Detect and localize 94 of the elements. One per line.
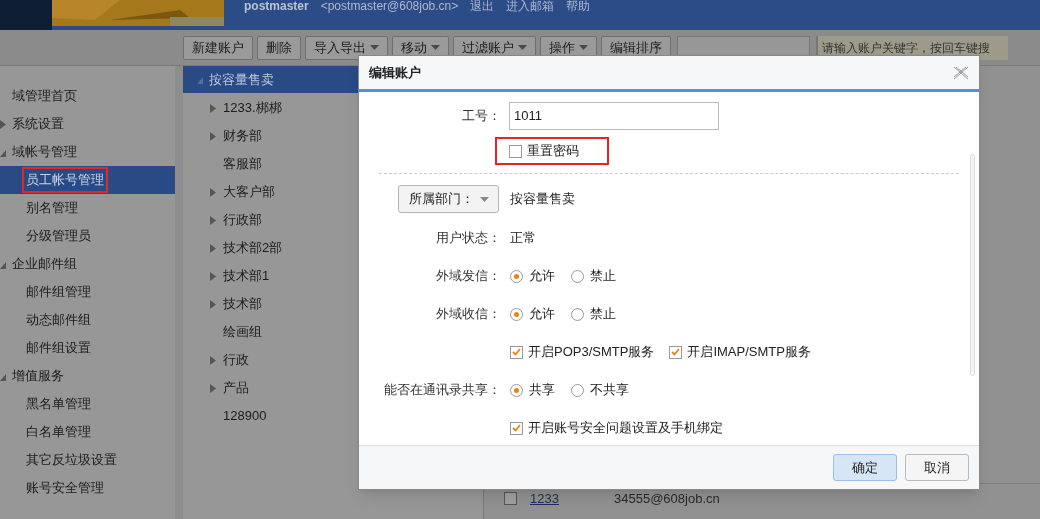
radio-button[interactable] bbox=[571, 383, 584, 397]
sidebar-item[interactable]: 增值服务 bbox=[8, 363, 68, 389]
sidebar-item[interactable]: 白名单管理 bbox=[22, 419, 95, 445]
sidebar-item[interactable]: 邮件组管理 bbox=[22, 279, 95, 305]
dropdown-button[interactable]: 所属部门： bbox=[398, 185, 499, 213]
radio-option[interactable]: 禁止 bbox=[571, 304, 616, 324]
checkbox[interactable] bbox=[669, 345, 683, 359]
radio-option[interactable]: 不共享 bbox=[571, 380, 629, 400]
expand-icon[interactable] bbox=[210, 215, 216, 225]
sidebar-item[interactable]: 别名管理 bbox=[22, 195, 82, 221]
expand-icon[interactable] bbox=[210, 355, 216, 365]
expand-icon[interactable] bbox=[0, 119, 6, 129]
check-icon bbox=[512, 348, 521, 356]
expand-icon[interactable] bbox=[210, 243, 216, 253]
radio-option[interactable]: 允许 bbox=[510, 304, 555, 324]
close-icon[interactable] bbox=[953, 65, 969, 80]
sidebar-item[interactable]: 黑名单管理 bbox=[22, 391, 95, 417]
field-label: 能否在通讯录共享： bbox=[384, 382, 501, 398]
caret-icon bbox=[370, 45, 379, 50]
tree-item[interactable]: 128900 bbox=[223, 406, 267, 426]
caret-icon bbox=[518, 45, 527, 50]
radio-option[interactable]: 禁止 bbox=[571, 266, 616, 286]
tree-item[interactable]: 财务部 bbox=[223, 126, 262, 146]
ok-button[interactable]: 确定 bbox=[833, 454, 897, 481]
expand-icon[interactable] bbox=[210, 383, 216, 393]
field-label: 外域收信： bbox=[436, 306, 501, 322]
tree-item[interactable]: 行政部 bbox=[223, 210, 262, 230]
checkbox-option[interactable]: 重置密码 bbox=[495, 137, 609, 165]
collapse-icon[interactable] bbox=[197, 75, 203, 84]
tree-item[interactable]: 技术部 bbox=[223, 294, 262, 314]
field-label: 外域发信： bbox=[436, 268, 501, 284]
search-hint: 请输入账户关键字，按回车键搜 bbox=[822, 39, 990, 57]
radio-button[interactable] bbox=[571, 269, 584, 283]
tree-item[interactable]: 1233.梆梆 bbox=[223, 98, 282, 118]
checkbox-option[interactable]: 开启POP3/SMTP服务 bbox=[508, 340, 657, 364]
header-link[interactable]: 帮助 bbox=[566, 0, 591, 12]
radio-button[interactable] bbox=[510, 383, 523, 397]
field-value: 正常 bbox=[510, 229, 536, 248]
dropdown-button[interactable]: 导入导出 bbox=[305, 35, 388, 60]
radio-button[interactable] bbox=[510, 269, 523, 283]
sidebar-item[interactable]: 域帐号管理 bbox=[8, 139, 81, 165]
field-label: 用户状态： bbox=[436, 230, 501, 246]
checkbox[interactable] bbox=[509, 144, 522, 158]
checkbox-option[interactable]: 开启账号安全问题设置及手机绑定 bbox=[508, 416, 725, 440]
sidebar-item[interactable]: 系统设置 bbox=[8, 111, 68, 137]
expand-icon[interactable] bbox=[210, 131, 216, 141]
radio-button[interactable] bbox=[571, 307, 584, 321]
input-field[interactable]: 1011 bbox=[509, 101, 719, 130]
email-text: 34555@608job.cn bbox=[614, 489, 720, 508]
sidebar-item[interactable]: 域管理首页 bbox=[8, 83, 81, 109]
expand-icon[interactable] bbox=[210, 271, 216, 281]
tree-item[interactable]: 技术部1 bbox=[223, 266, 270, 286]
tree-item[interactable]: 绘画组 bbox=[223, 322, 262, 342]
toolbar-button[interactable]: 新建账户 bbox=[183, 35, 253, 60]
field-label: 工号： bbox=[462, 107, 501, 123]
check-icon bbox=[671, 348, 681, 356]
tree-item[interactable]: 大客户部 bbox=[223, 182, 275, 202]
checkbox[interactable] bbox=[510, 421, 523, 435]
sidebar-item[interactable]: 其它反垃圾设置 bbox=[22, 447, 121, 473]
expand-icon[interactable] bbox=[210, 187, 216, 197]
dialog-title: 编辑账户 bbox=[369, 63, 421, 82]
radio-option[interactable]: 共享 bbox=[510, 380, 555, 400]
sidebar-item[interactable]: 动态邮件组 bbox=[22, 307, 95, 333]
radio-option[interactable]: 允许 bbox=[510, 266, 555, 286]
checkbox-option[interactable]: 开启IMAP/SMTP服务 bbox=[667, 340, 813, 364]
sidebar-item-selected[interactable]: 员工帐号管理 bbox=[0, 166, 175, 194]
field-value: 按容量售卖 bbox=[510, 190, 575, 209]
tree-item[interactable]: 行政 bbox=[223, 350, 249, 370]
expand-icon[interactable] bbox=[210, 299, 216, 309]
user-name: postmaster bbox=[244, 0, 309, 12]
toolbar-button[interactable]: 删除 bbox=[257, 35, 301, 60]
radio-button[interactable] bbox=[510, 307, 523, 321]
checkbox[interactable] bbox=[510, 345, 523, 359]
sidebar-item[interactable]: 企业邮件组 bbox=[8, 251, 81, 277]
sidebar-item[interactable]: 分级管理员 bbox=[22, 223, 95, 249]
header-link[interactable]: 进入邮箱 bbox=[506, 0, 555, 12]
tree-item[interactable]: 产品 bbox=[223, 378, 249, 398]
sidebar-item-label: 员工帐号管理 bbox=[22, 167, 108, 193]
account-link[interactable]: 1233 bbox=[530, 488, 614, 509]
scrollbar[interactable] bbox=[175, 66, 183, 519]
caret-icon bbox=[579, 45, 588, 50]
user-email: <postmaster@608job.cn> bbox=[320, 0, 459, 12]
check-icon bbox=[512, 424, 521, 432]
caret-icon bbox=[431, 45, 440, 50]
cancel-button[interactable]: 取消 bbox=[905, 454, 969, 481]
sidebar-item[interactable]: 邮件组设置 bbox=[22, 335, 95, 361]
expand-icon[interactable] bbox=[210, 103, 216, 113]
scrollbar[interactable] bbox=[970, 154, 975, 376]
header-link[interactable]: 退出 bbox=[470, 0, 495, 12]
tree-item[interactable]: 客服部 bbox=[223, 154, 262, 174]
tree-item[interactable]: 技术部2部 bbox=[223, 238, 283, 258]
caret-icon bbox=[479, 196, 489, 202]
sidebar-item[interactable]: 账号安全管理 bbox=[22, 475, 108, 501]
checkbox[interactable] bbox=[504, 492, 517, 505]
